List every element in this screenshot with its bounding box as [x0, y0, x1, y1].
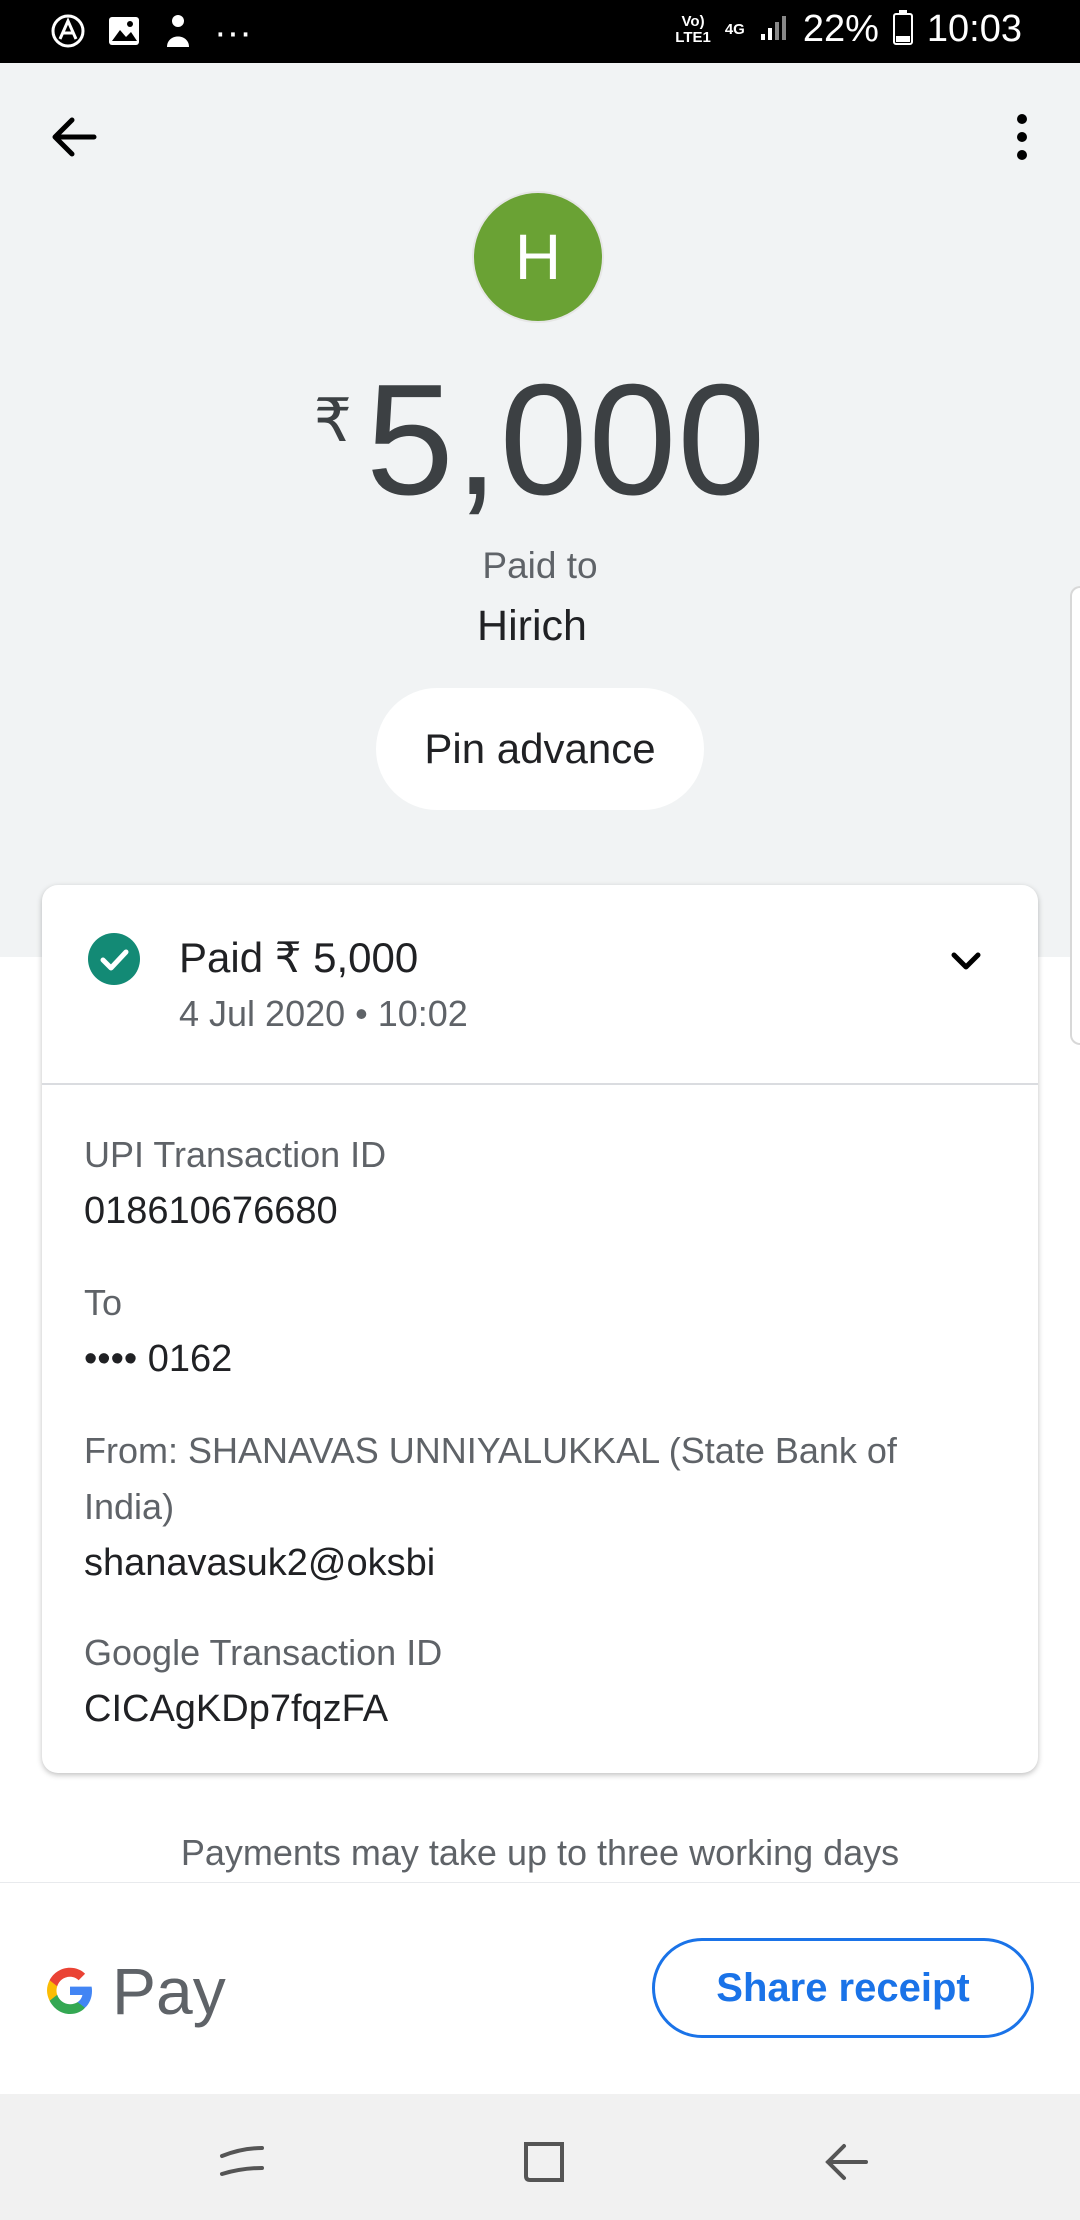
upi-transaction-detail: UPI Transaction ID 018610676680 — [84, 1127, 984, 1239]
volte-indicator: Vo) LTE1 — [675, 12, 711, 46]
gpay-wordmark: Pay — [112, 1954, 226, 2028]
system-back-button[interactable] — [818, 2134, 874, 2190]
home-icon — [524, 2142, 564, 2182]
transaction-status-header[interactable]: Paid ₹ 5,000 4 Jul 2020 • 10:02 — [42, 885, 1038, 1085]
to-label: To — [84, 1282, 123, 1323]
clock: 10:03 — [926, 8, 1022, 50]
google-transaction-id[interactable]: CICAgKDp7fqzFA — [84, 1681, 984, 1737]
upi-transaction-id[interactable]: 018610676680 — [84, 1183, 984, 1239]
system-navigation-bar — [0, 2094, 1080, 2220]
edge-panel-handle[interactable] — [1070, 586, 1080, 1045]
amount-value: 5,000 — [365, 352, 767, 528]
signal-icon — [759, 12, 789, 47]
gpay-logo: Pay — [42, 1953, 226, 2029]
gallery-notification-icon — [106, 13, 142, 54]
battery-percent: 22% — [802, 8, 879, 50]
more-notifications-indicator: ··· — [214, 12, 252, 54]
upi-transaction-label: UPI Transaction ID — [84, 1134, 387, 1175]
recipient-detail: To •••• 0162 — [84, 1275, 984, 1387]
payee-name: Hirich — [477, 602, 587, 650]
paid-to-label: Paid to — [482, 545, 598, 586]
footer-bar: Pay Share receipt — [0, 1882, 1080, 2095]
home-button[interactable] — [516, 2134, 572, 2190]
paid-status-text: Paid ₹ 5,000 — [179, 934, 419, 981]
person-notification-icon — [162, 13, 194, 54]
chevron-down-icon — [951, 952, 981, 970]
battery-icon — [892, 9, 913, 50]
network-type-indicator: 4G — [724, 20, 745, 38]
google-transaction-detail: Google Transaction ID CICAgKDp7fqzFA — [84, 1625, 984, 1737]
google-g-icon — [47, 1967, 92, 2014]
check-circle-icon — [88, 933, 140, 985]
recipient-account: •••• 0162 — [84, 1338, 233, 1380]
payment-amount: ₹5,000 — [0, 350, 1080, 531]
recents-icon — [220, 2146, 264, 2176]
back-button[interactable] — [42, 105, 106, 169]
processing-notice: Payments may take up to three working da… — [180, 1832, 900, 1873]
nav-back-icon — [825, 2144, 868, 2180]
sender-detail: From: SHANAVAS UNNIYALUKKAL (State Bank … — [84, 1423, 984, 1591]
more-options-button[interactable] — [990, 105, 1054, 169]
payee-avatar: H — [472, 191, 604, 323]
currency-symbol: ₹ — [313, 387, 352, 454]
status-bar: ··· Vo) LTE1 4G 22% 10:03 — [0, 0, 1080, 63]
recent-apps-button[interactable] — [214, 2134, 270, 2190]
payment-note-chip: Pin advance — [376, 688, 704, 810]
more-vert-icon — [1017, 114, 1027, 160]
transaction-datetime: 4 Jul 2020 • 10:02 — [179, 993, 468, 1034]
arrow-back-icon — [52, 117, 97, 157]
share-receipt-button[interactable]: Share receipt — [652, 1938, 1034, 2038]
expand-details-button[interactable] — [942, 937, 990, 985]
app-notification-icon — [50, 13, 86, 54]
from-label: From: SHANAVAS UNNIYALUKKAL (State Bank … — [84, 1430, 897, 1527]
sender-upi-id[interactable]: shanavasuk2@oksbi — [84, 1535, 984, 1591]
transaction-details-card: Paid ₹ 5,000 4 Jul 2020 • 10:02 UPI Tran… — [42, 885, 1038, 1773]
google-transaction-label: Google Transaction ID — [84, 1632, 443, 1673]
